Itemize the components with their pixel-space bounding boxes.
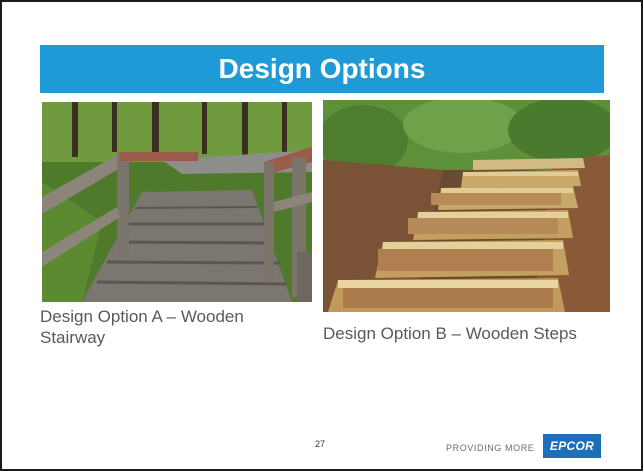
wooden-stairway-illustration [42, 102, 312, 302]
wooden-steps-illustration [323, 100, 610, 312]
footer-tagline: PROVIDING MORE [446, 443, 535, 453]
slide-title: Design Options [218, 53, 426, 84]
slide: Design Options Design Option A – Wooden … [0, 0, 643, 471]
option-a-caption: Design Option A – Wooden Stairway [40, 307, 244, 347]
wooden-stairway-photo [42, 102, 312, 302]
option-b-caption: Design Option B – Wooden Steps [323, 324, 577, 343]
epcor-logo: EPCOR [543, 434, 601, 458]
page-number: 27 [315, 439, 326, 449]
wooden-steps-photo [323, 100, 610, 312]
title-bar: Design Options [40, 45, 604, 93]
logo-text: EPCOR [549, 439, 595, 453]
